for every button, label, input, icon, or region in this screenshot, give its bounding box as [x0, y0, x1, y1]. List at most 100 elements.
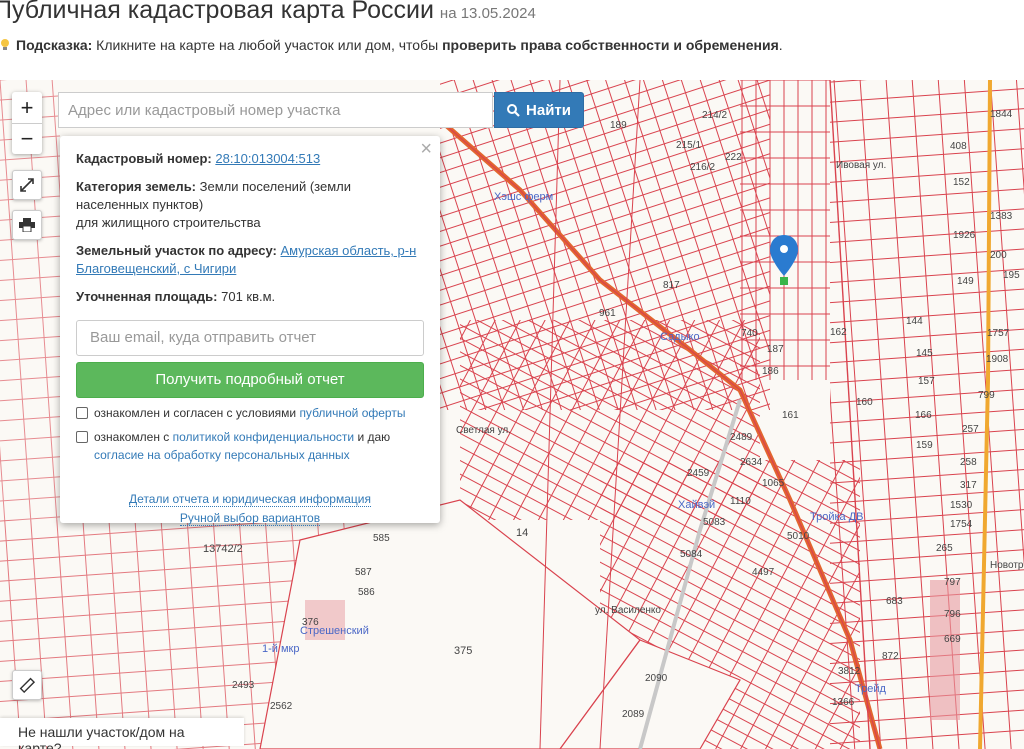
map-label: 222 [725, 152, 742, 163]
map-label: 186 [762, 366, 779, 377]
area-row: Уточненная площадь: 701 кв.м. [76, 289, 276, 304]
map-label: 3812 [838, 666, 861, 677]
search-icon [507, 103, 520, 117]
ruler-icon [19, 677, 35, 693]
get-report-button[interactable]: Получить подробный отчет [76, 362, 424, 398]
offer-link[interactable]: публичной оферты [299, 406, 405, 420]
map-label: 161 [782, 410, 799, 421]
map-label: 200 [990, 250, 1007, 261]
privacy-link[interactable]: политикой конфиденциальности [173, 430, 354, 444]
manual-select-link[interactable]: Ручной выбор вариантов [179, 511, 321, 526]
map-label: 2562 [270, 701, 293, 712]
search-button[interactable]: Найти [494, 92, 584, 128]
map-label: 1530 [950, 500, 973, 511]
poi-label[interactable]: Тройка ДВ [810, 511, 864, 523]
map-label: 586 [358, 587, 375, 598]
map-label: 587 [355, 567, 372, 578]
page-title: Публичная кадастровая карта России на 13.… [0, 0, 536, 24]
land-category-row: Категория земель: Земли поселений (земли… [76, 179, 351, 230]
offer-checkbox[interactable] [76, 407, 88, 419]
map-label: 2634 [740, 457, 763, 468]
privacy-consent-row: ознакомлен с политикой конфиденциальност… [76, 428, 424, 464]
poi-label[interactable]: Стрешенский [300, 625, 369, 637]
map-label: 13742/2 [203, 543, 243, 555]
map-label: 2493 [232, 680, 255, 691]
map-label: 5084 [680, 549, 703, 560]
map-label: 961 [599, 308, 616, 319]
privacy-checkbox[interactable] [76, 431, 88, 443]
map-label: 187 [767, 344, 784, 355]
map-label: 585 [373, 533, 390, 544]
popup-links: Детали отчета и юридическая информация Р… [76, 490, 424, 528]
map-label: 797 [944, 577, 961, 588]
hint-line: Подсказка: Кликните на карте на любой уч… [0, 37, 783, 53]
map-label: 160 [856, 397, 873, 408]
map-label: 149 [957, 276, 974, 287]
map-label: 796 [944, 609, 961, 620]
print-button[interactable] [12, 210, 42, 240]
map-label: 1110 [730, 496, 751, 507]
map-label: 740 [741, 328, 758, 339]
poi-label[interactable]: Трейд [855, 683, 886, 695]
map-label: 166 [915, 410, 932, 421]
poi-label[interactable]: Садыко [660, 331, 700, 343]
cad-number-row: Кадастровый номер: 28:10:013004:513 [76, 151, 321, 166]
zoom-out-button[interactable]: − [12, 123, 42, 154]
map-label: Новотроицкое ш. [990, 560, 1024, 571]
poi-label[interactable]: Хэшс ферм [494, 191, 553, 203]
zoom-in-button[interactable]: + [12, 92, 42, 123]
close-icon[interactable]: × [420, 139, 432, 159]
page-date: на 13.05.2024 [439, 5, 536, 22]
map-label: 157 [918, 376, 935, 387]
map-label: 317 [960, 480, 977, 491]
map-label: 195 [1003, 270, 1020, 281]
hint-label: Подсказка: [16, 37, 93, 53]
map-label: 144 [906, 316, 923, 327]
map-label: 159 [916, 440, 933, 451]
poi-label[interactable]: 1-й мкр [262, 643, 299, 655]
map-label: 189 [610, 120, 627, 131]
not-found-button[interactable]: Не нашли участок/дом на карте? [0, 718, 244, 749]
page-header: Публичная кадастровая карта России на 13.… [0, 0, 1024, 80]
map-label: 683 [886, 596, 903, 607]
map-label: 375 [454, 645, 473, 657]
print-icon [19, 218, 35, 232]
lightbulb-icon [1, 39, 9, 50]
report-details-link[interactable]: Детали отчета и юридическая информация [129, 492, 371, 507]
map-label: 257 [962, 424, 979, 435]
map-label: 145 [916, 348, 933, 359]
email-field[interactable]: Ваш email, куда отправить отчет [76, 320, 424, 356]
map-label: 1908 [986, 354, 1009, 365]
map-label: 2090 [645, 673, 668, 684]
map-label: 2459 [687, 468, 710, 479]
map-label: Светлая ул. [456, 425, 511, 436]
address-row: Земельный участок по адресу: Амурская об… [76, 243, 417, 276]
cad-number-link[interactable]: 28:10:013004:513 [215, 151, 320, 166]
map-label: 14 [516, 527, 529, 539]
expand-icon [20, 178, 34, 192]
map-label: 2089 [622, 709, 645, 720]
map-label: 1366 [832, 697, 855, 708]
search-input[interactable]: Адрес или кадастровый номер участка [58, 92, 493, 128]
map-label: 817 [663, 280, 680, 291]
map-label: 872 [882, 651, 899, 662]
map-label: 5083 [703, 517, 726, 528]
poi-label[interactable]: Хайвэй [678, 499, 715, 511]
map-label: 1383 [990, 211, 1013, 222]
fullscreen-button[interactable] [12, 170, 42, 200]
map-label: 215/1 [676, 140, 702, 151]
map-label: 214/2 [702, 110, 728, 121]
cadastral-map[interactable]: 13742/2 14 375 2090 2089 2562 2493 585 5… [0, 80, 1024, 749]
ruler-button[interactable] [12, 670, 42, 700]
map-label: 258 [960, 457, 977, 468]
map-label: 265 [936, 543, 953, 554]
map-label: 1754 [950, 519, 973, 530]
hint-bold: проверить права собственности и обремене… [442, 37, 779, 53]
zoom-control: + − [12, 92, 42, 154]
map-label: 669 [944, 634, 961, 645]
map-label: 408 [950, 141, 967, 152]
map-label: 216/2 [690, 162, 716, 173]
parcel-info-popup: × Кадастровый номер: 28:10:013004:513 Ка… [60, 136, 440, 526]
map-label: ул. Василенко [595, 605, 661, 616]
personal-data-link[interactable]: согласие на обработку персональных данны… [94, 448, 350, 462]
